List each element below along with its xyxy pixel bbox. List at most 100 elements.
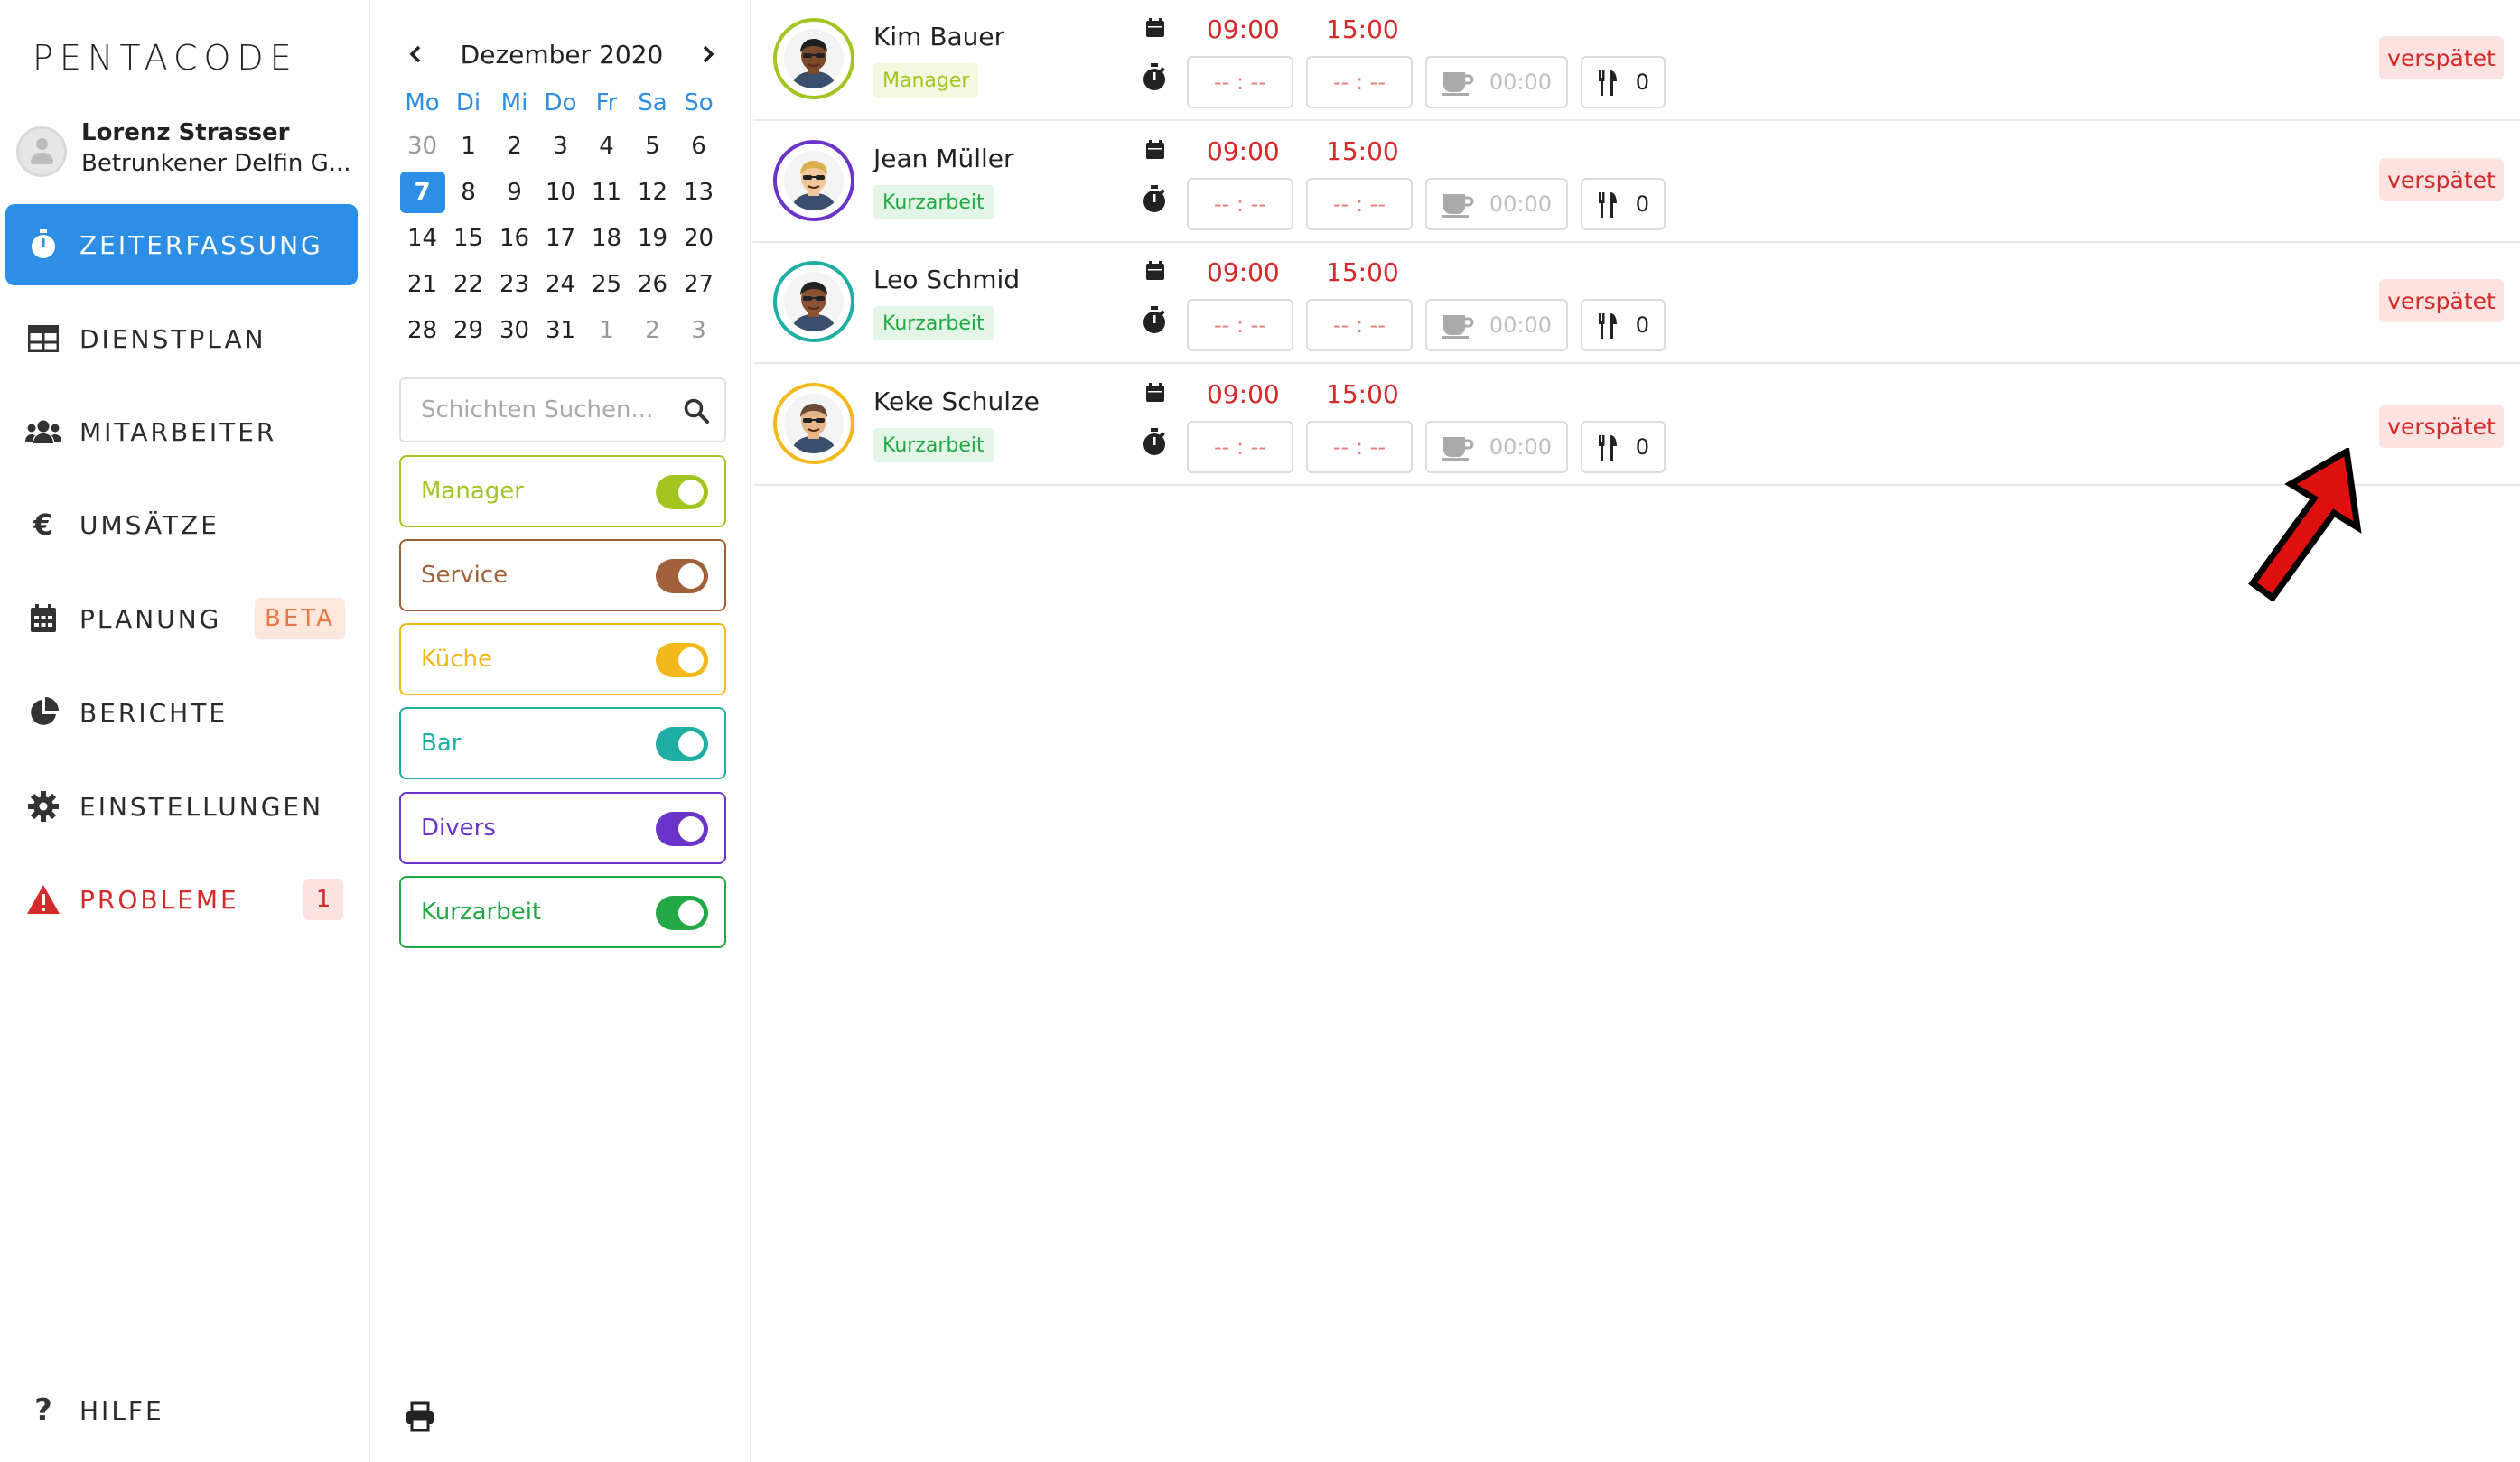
employee-name[interactable]: Jean Müller [873, 144, 1014, 173]
nav-item-mitarbeiter[interactable]: MITARBEITER [5, 391, 358, 472]
employee-row[interactable]: Jean Müller Kurzarbeit 09:00 15:00 -- : -- --… [753, 122, 2520, 243]
break-time-field[interactable]: 00:00 [1425, 56, 1568, 108]
calendar-day[interactable]: 16 [491, 215, 537, 261]
calendar-day[interactable]: 17 [537, 215, 583, 261]
calendar-day[interactable]: 1 [445, 123, 491, 169]
nav-item-zeiterfassung[interactable]: ZEITERFASSUNG [5, 204, 358, 285]
employee-avatar[interactable] [773, 261, 854, 342]
nav-item-planung[interactable]: PLANUNG BETA [5, 578, 358, 659]
meal-count-field[interactable]: 0 [1581, 299, 1666, 351]
nav-label: DIENSTPLAN [79, 323, 266, 354]
coffee-cup-icon [1442, 315, 1474, 339]
calendar-day[interactable]: 23 [491, 261, 537, 307]
coffee-cup-icon [1442, 194, 1474, 218]
shift-search-input[interactable] [421, 396, 683, 424]
employee-name[interactable]: Kim Bauer [873, 22, 1004, 51]
calendar-day[interactable]: 25 [583, 261, 630, 307]
filter-toggle[interactable] [656, 812, 708, 846]
beta-badge: BETA [255, 598, 345, 639]
clock-out-field[interactable]: -- : -- [1306, 421, 1413, 473]
employee-name[interactable]: Leo Schmid [873, 265, 1020, 294]
calendar-day[interactable]: 3 [537, 123, 583, 169]
clock-in-field[interactable]: -- : -- [1187, 299, 1293, 351]
calendar-day[interactable]: 3 [676, 307, 722, 353]
clock-in-field[interactable]: -- : -- [1187, 56, 1293, 108]
clock-out-field[interactable]: -- : -- [1306, 299, 1413, 351]
calendar-day[interactable]: 20 [676, 215, 722, 261]
calendar-day[interactable]: 5 [630, 123, 676, 169]
break-time-field[interactable]: 00:00 [1425, 421, 1568, 473]
clock-out-field[interactable]: -- : -- [1306, 56, 1413, 108]
meal-count-field[interactable]: 0 [1581, 56, 1666, 108]
calendar-day[interactable]: 24 [537, 261, 583, 307]
employee-row[interactable]: Leo Schmid Kurzarbeit 09:00 15:00 -- : -- -- … [753, 243, 2520, 364]
calendar-day[interactable]: 29 [445, 307, 491, 353]
app-logo[interactable]: PENTACODE [33, 38, 298, 78]
calendar-day[interactable]: 4 [583, 123, 630, 169]
nav-item-umsaetze[interactable]: € UMSÄTZE [5, 484, 358, 565]
next-month-button[interactable] [692, 38, 724, 70]
calendar-day-selected[interactable]: 7 [399, 169, 445, 215]
nav-item-dienstplan[interactable]: DIENSTPLAN [5, 298, 358, 379]
calendar-day[interactable]: 28 [399, 307, 445, 353]
calendar-day[interactable]: 13 [676, 169, 722, 215]
user-profile[interactable]: Lorenz Strasser Betrunkener Delfin G... [16, 116, 359, 188]
employee-row[interactable]: Kim Bauer Manager 09:00 15:00 -- : -- -- : --… [753, 0, 2520, 121]
calendar-day[interactable]: 8 [445, 169, 491, 215]
clock-in-field[interactable]: -- : -- [1187, 421, 1293, 473]
calendar-day[interactable]: 19 [630, 215, 676, 261]
coffee-cup-icon [1442, 72, 1474, 96]
employee-avatar[interactable] [773, 18, 854, 99]
filter-toggle[interactable] [656, 727, 708, 761]
calendar-day[interactable]: 27 [676, 261, 722, 307]
employee-name[interactable]: Keke Schulze [873, 386, 1040, 416]
break-time-value: 00:00 [1489, 191, 1552, 217]
filter-toggle[interactable] [656, 475, 708, 509]
calendar-day[interactable]: 21 [399, 261, 445, 307]
calendar-day[interactable]: 10 [537, 169, 583, 215]
calendar-day[interactable]: 18 [583, 215, 630, 261]
calendar-day[interactable]: 14 [399, 215, 445, 261]
meal-count-field[interactable]: 0 [1581, 421, 1666, 473]
calendar-day[interactable]: 12 [630, 169, 676, 215]
break-time-field[interactable]: 00:00 [1425, 299, 1568, 351]
calendar-day[interactable]: 15 [445, 215, 491, 261]
calendar-day[interactable]: 11 [583, 169, 630, 215]
filter-toggle[interactable] [656, 643, 708, 677]
nav-item-hilfe[interactable]: ? HILFE [5, 1370, 358, 1451]
meal-count-value: 0 [1635, 312, 1649, 338]
planned-end-time: 15:00 [1326, 379, 1399, 409]
stopwatch-icon [1143, 306, 1165, 333]
employee-avatar[interactable] [773, 383, 854, 464]
calendar-day[interactable]: 31 [537, 307, 583, 353]
meal-count-value: 0 [1635, 70, 1649, 95]
calendar-month-label[interactable]: Dezember 2020 [461, 40, 664, 70]
nav-item-einstellungen[interactable]: EINSTELLUNGEN [5, 766, 358, 847]
clock-in-field[interactable]: -- : -- [1187, 178, 1293, 230]
calendar-day[interactable]: 22 [445, 261, 491, 307]
prev-month-button[interactable] [399, 38, 432, 70]
calendar-day[interactable]: 2 [630, 307, 676, 353]
break-time-field[interactable]: 00:00 [1425, 178, 1568, 230]
nav-item-probleme[interactable]: PROBLEME 1 [5, 859, 358, 940]
sidebar: PENTACODE Lorenz Strasser Betrunkener De… [0, 0, 370, 1462]
filter-toggle[interactable] [656, 896, 708, 930]
shift-search[interactable] [399, 377, 726, 442]
calendar-day[interactable]: 6 [676, 123, 722, 169]
calendar-day[interactable]: 30 [399, 123, 445, 169]
calendar-day[interactable]: 1 [583, 307, 630, 353]
filter-toggle[interactable] [656, 559, 708, 593]
meal-count-field[interactable]: 0 [1581, 178, 1666, 230]
planned-start-time: 09:00 [1207, 136, 1280, 166]
clock-out-field[interactable]: -- : -- [1306, 178, 1413, 230]
calendar-day[interactable]: 26 [630, 261, 676, 307]
search-icon[interactable] [683, 397, 710, 424]
calendar-day[interactable]: 2 [491, 123, 537, 169]
calendar-day[interactable]: 30 [491, 307, 537, 353]
print-icon[interactable] [405, 1401, 435, 1432]
employee-avatar[interactable] [773, 140, 854, 221]
stopwatch-icon [1143, 185, 1165, 212]
calendar-day[interactable]: 9 [491, 169, 537, 215]
nav-item-berichte[interactable]: BERICHTE [5, 672, 358, 753]
weekday-label: Sa [638, 89, 667, 116]
